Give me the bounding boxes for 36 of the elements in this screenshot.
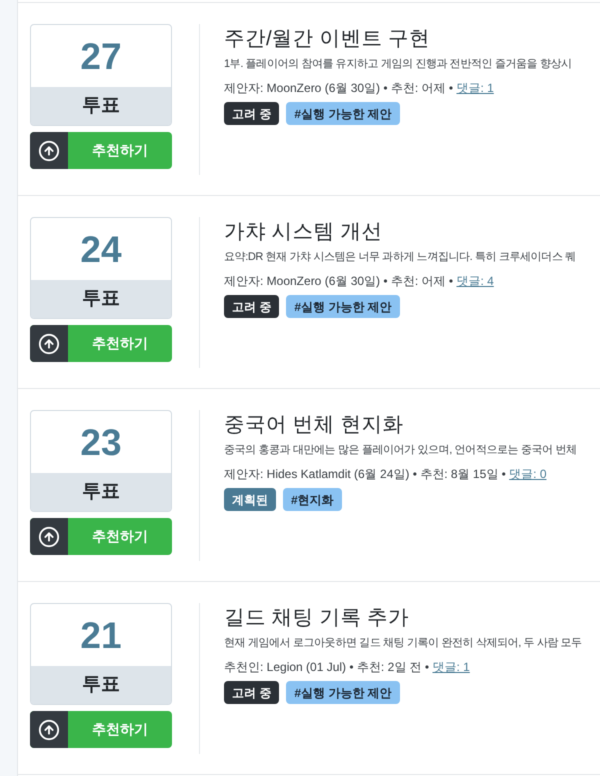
proposal-title[interactable]: 중국어 번체 현지화 [224,410,577,439]
tag-badge[interactable]: #실행 가능한 제안 [286,295,400,318]
arrow-up-circle-icon [38,332,60,354]
status-badge: 고려 중 [224,295,280,318]
proposal-meta: 추천인: Legion (01 Jul) • 추천: 2일 전 • 댓글: 1 [224,659,471,676]
proposal-summary: 1부. 플레이어의 참여를 유지하고 게임의 진행과 전반적인 즐거움을 향상시 [224,57,572,72]
proposal-title[interactable]: 길드 채팅 기록 추가 [224,603,582,632]
comments-link[interactable]: 댓글: 1 [456,81,494,95]
votes-label: 투표 [31,666,171,704]
comments-link[interactable]: 댓글: 0 [509,467,546,481]
comments-link[interactable]: 댓글: 1 [432,660,470,674]
votes-label: 투표 [31,87,171,125]
proposal-meta: 제안자: Hides Katlamdit (6월 24일) • 추천: 8월 15일 • 댓글: 0 [224,466,548,483]
proposal-title[interactable]: 가챠 시스템 개선 [224,217,576,246]
arrow-up-circle-icon [38,718,60,740]
proposal-summary: 중국의 홍콩과 대만에는 많은 플레이어가 있으며, 언어적으로는 중국어 번체 [224,443,577,458]
status-badge: 계획된 [224,488,276,511]
status-badge: 고려 중 [224,102,280,125]
proposal-summary: 요약:DR 현재 가챠 시스템은 너무 과하게 느껴집니다. 특히 크루세이더스 퀘 [224,250,576,265]
arrow-up-circle-icon [38,140,60,162]
tag-badge[interactable]: #실행 가능한 제안 [286,102,400,125]
vote-count: 21 [79,614,123,658]
tag-badge[interactable]: #실행 가능한 제안 [286,681,400,704]
vote-count: 23 [79,420,123,464]
votes-label: 투표 [31,280,171,318]
comments-link[interactable]: 댓글: 4 [456,274,494,288]
vote-count: 24 [79,228,123,272]
proposal-meta: 제안자: MoonZero (6월 30일) • 추천: 어제 • 댓글: 1 [224,80,495,97]
votes-label: 투표 [31,473,171,511]
tag-badge[interactable]: #현지화 [283,488,342,511]
vote-count: 27 [79,34,123,78]
proposal-summary: 현재 게임에서 로그아웃하면 길드 채팅 기록이 완전히 삭제되어, 두 사람 모두 [224,636,582,651]
proposal-meta: 제안자: MoonZero (6월 30일) • 추천: 어제 • 댓글: 4 [224,273,495,290]
proposal-title[interactable]: 주간/월간 이벤트 구현 [224,24,572,53]
status-badge: 고려 중 [224,681,280,704]
arrow-up-circle-icon [38,526,60,548]
